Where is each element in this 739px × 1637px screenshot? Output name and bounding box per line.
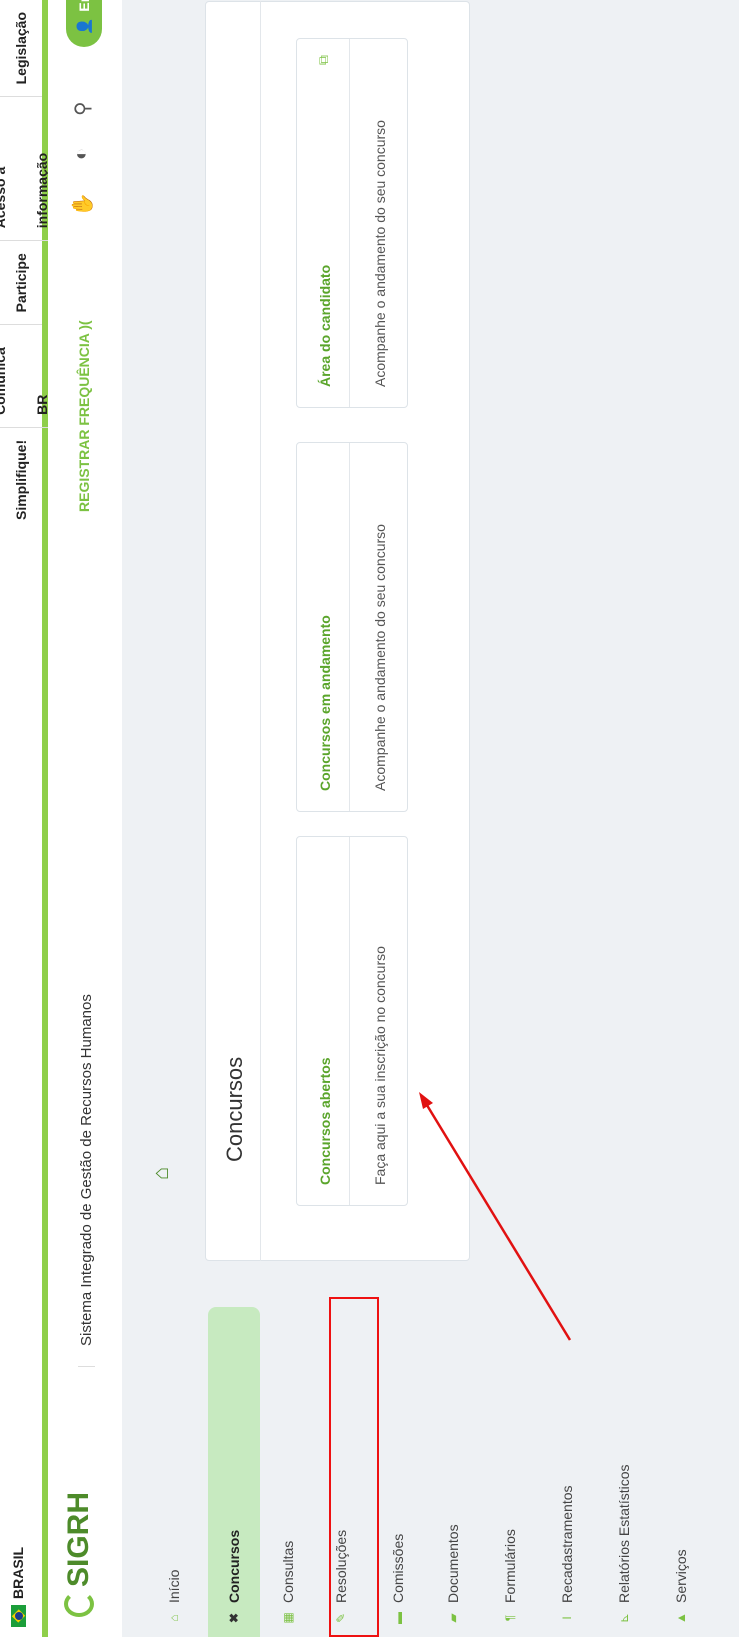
- logo-text: SIGRH: [62, 1491, 95, 1587]
- brasil-label: BRASIL: [10, 1546, 26, 1599]
- sidebar-item-comissoes[interactable]: ▬ Comissões: [372, 1317, 424, 1637]
- card-description: Acompanhe o andamento do seu concurso: [372, 524, 388, 791]
- gov-link-simplifique[interactable]: Simplifique!: [0, 428, 42, 532]
- sidebar-item-label: Documentos: [445, 1524, 461, 1603]
- selection-highlight-box: [329, 1297, 379, 1637]
- home-icon[interactable]: ⌂: [148, 1167, 174, 1180]
- search-icon[interactable]: ⚲: [70, 101, 95, 116]
- system-name: Sistema Integrado de Gestão de Recursos …: [78, 994, 95, 1367]
- site-header: SIGRH Sistema Integrado de Gestão de Rec…: [48, 0, 122, 1637]
- triangle-icon: ▲: [674, 1612, 688, 1624]
- brasil-link[interactable]: BRASIL: [10, 1547, 26, 1627]
- sidebar-item-label: Concursos: [226, 1529, 242, 1603]
- sigrh-logo-icon: [64, 1591, 94, 1617]
- card-title[interactable]: Concursos em andamento: [317, 615, 333, 791]
- card-divider: [349, 39, 350, 407]
- external-link-icon: ⧉: [315, 55, 331, 65]
- card-description: Faça aqui a sua inscrição no concurso: [372, 946, 388, 1185]
- pilcrow-icon: ¶: [503, 1614, 517, 1622]
- card-divider: [349, 443, 350, 811]
- gov-link-participe[interactable]: Participe: [0, 241, 42, 326]
- card-title[interactable]: Área do candidato: [317, 265, 333, 387]
- user-icon: 👤: [75, 17, 92, 35]
- sidebar-item-concursos[interactable]: ✖ Concursos: [208, 1307, 260, 1637]
- sidebar-item-consultas[interactable]: ▦ Consultas: [262, 1317, 314, 1637]
- brazil-flag-icon: [10, 1605, 26, 1627]
- folder-open-icon: ▰: [446, 1613, 460, 1623]
- card-description: Acompanhe o andamento do seu concurso: [372, 120, 388, 387]
- card-title[interactable]: Concursos abertos: [317, 1057, 333, 1185]
- sigrh-logo[interactable]: SIGRH: [62, 1492, 96, 1617]
- tools-icon: ✖: [227, 1612, 241, 1624]
- page-title: Concursos: [222, 1056, 247, 1162]
- sidebar-item-label: Comissões: [390, 1533, 406, 1603]
- gov-bar: BRASIL Simplifique! Comunica BR Particip…: [0, 0, 63, 1637]
- sidebar-item-label: Início: [166, 1569, 182, 1603]
- enter-label: En: [76, 0, 92, 12]
- hand-icon[interactable]: ✋: [70, 192, 95, 217]
- card-divider: [349, 837, 350, 1205]
- gov-link-legislacao[interactable]: Legislação: [0, 0, 42, 98]
- sidebar-item-relatorios[interactable]: ⊾ Relatórios Estatísticos: [598, 1317, 650, 1637]
- sidebar-item-label: Recadastramentos: [559, 1485, 575, 1603]
- chart-icon: ⊾: [617, 1612, 631, 1624]
- register-frequency-link[interactable]: REGISTRAR FREQUÊNCIA )(: [76, 320, 92, 512]
- sidebar-item-label: Relatórios Estatísticos: [616, 1464, 632, 1604]
- sidebar-item-documentos[interactable]: ▰ Documentos: [427, 1317, 479, 1637]
- sidebar-item-label: Consultas: [280, 1540, 296, 1603]
- cursor-icon: I: [560, 1616, 574, 1620]
- panel-divider: [260, 1, 261, 1261]
- sidebar-item-label: Serviços: [673, 1549, 689, 1603]
- folder-icon: ▬: [391, 1612, 405, 1624]
- sidebar-item-label: Formulários: [502, 1529, 518, 1603]
- card-concursos-andamento[interactable]: Concursos em andamento Acompanhe o andam…: [296, 442, 408, 812]
- table-icon: ▦: [281, 1612, 295, 1624]
- gov-links: Simplifique! Comunica BR Participe Acess…: [0, 0, 63, 532]
- card-area-candidato[interactable]: Área do candidato ⧉ Acompanhe o andament…: [296, 38, 408, 408]
- sidebar-item-formularios[interactable]: ¶ Formulários: [484, 1317, 536, 1637]
- header-icons: ✋ ◐ ⚲: [70, 101, 95, 217]
- card-concursos-abertos[interactable]: Concursos abertos Faça aqui a sua inscri…: [296, 836, 408, 1206]
- home-icon: ⌂: [167, 1614, 181, 1622]
- sidebar-item-inicio[interactable]: ⌂ Início: [148, 1317, 200, 1637]
- contrast-icon[interactable]: ◐: [70, 148, 95, 160]
- sidebar-item-recadastramentos[interactable]: I Recadastramentos: [541, 1317, 593, 1637]
- enter-button[interactable]: 👤 En: [66, 0, 102, 47]
- sidebar-item-servicos[interactable]: ▲ Serviços: [655, 1317, 707, 1637]
